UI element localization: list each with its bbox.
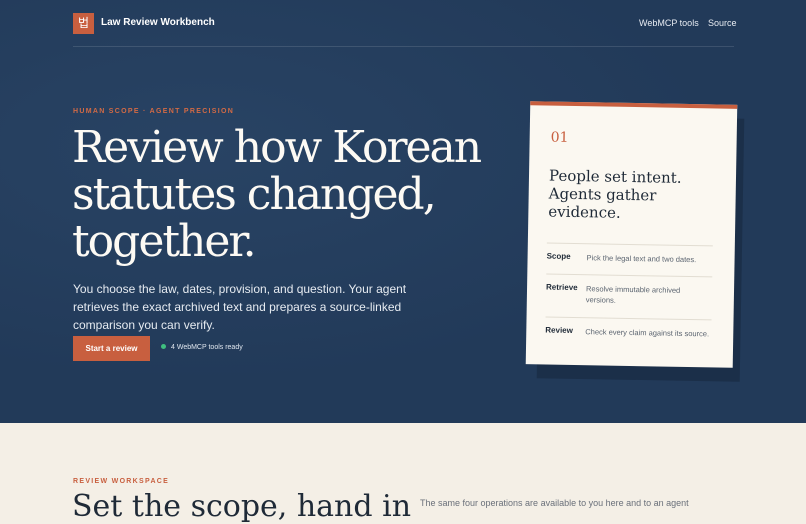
hero-headline: Review how Korean statutes changed, toge… bbox=[72, 122, 482, 267]
card-row-term: Review bbox=[545, 325, 573, 335]
tools-status-text: 4 WebMCP tools ready bbox=[171, 344, 243, 351]
nav-link-webmcp-tools[interactable]: WebMCP tools bbox=[639, 18, 699, 28]
card-row-review: Review Check every claim against its sou… bbox=[545, 316, 712, 338]
card-row-retrieve: Retrieve Resolve immutable archived vers… bbox=[546, 273, 713, 305]
workspace-note: The same four operations are available t… bbox=[420, 498, 689, 508]
card-row-desc: Pick the legal text and two dates. bbox=[586, 253, 697, 265]
brand-name[interactable]: Law Review Workbench bbox=[101, 17, 215, 28]
card-row-desc: Check every claim against its source. bbox=[585, 327, 710, 339]
card-number: 01 bbox=[550, 129, 569, 146]
hero-lede: You choose the law, dates, provision, an… bbox=[73, 282, 407, 332]
card-title: People set intent. Agents gather evidenc… bbox=[548, 166, 682, 222]
hero-eyebrow: HUMAN SCOPE · AGENT PRECISION bbox=[73, 108, 235, 115]
top-nav: 법 Law Review Workbench WebMCP tools Sour… bbox=[73, 13, 737, 47]
card-row-term: Scope bbox=[546, 251, 571, 261]
workspace-title: Set the scope, hand in bbox=[72, 489, 412, 524]
tools-status: 4 WebMCP tools ready bbox=[161, 344, 243, 351]
logo-icon[interactable]: 법 bbox=[73, 13, 94, 34]
intent-card: 01 People set intent. Agents gather evid… bbox=[525, 101, 738, 368]
card-row-desc: Resolve immutable archived versions. bbox=[585, 284, 681, 305]
start-review-button[interactable]: Start a review bbox=[73, 336, 150, 361]
nav-link-source[interactable]: Source bbox=[708, 18, 737, 28]
hero-section: 법 Law Review Workbench WebMCP tools Sour… bbox=[0, 0, 806, 423]
card-row-scope: Scope Pick the legal text and two dates. bbox=[547, 242, 713, 264]
workspace-eyebrow: REVIEW WORKSPACE bbox=[73, 478, 170, 485]
status-dot-icon bbox=[161, 344, 166, 349]
card-row-term: Retrieve bbox=[545, 282, 578, 293]
